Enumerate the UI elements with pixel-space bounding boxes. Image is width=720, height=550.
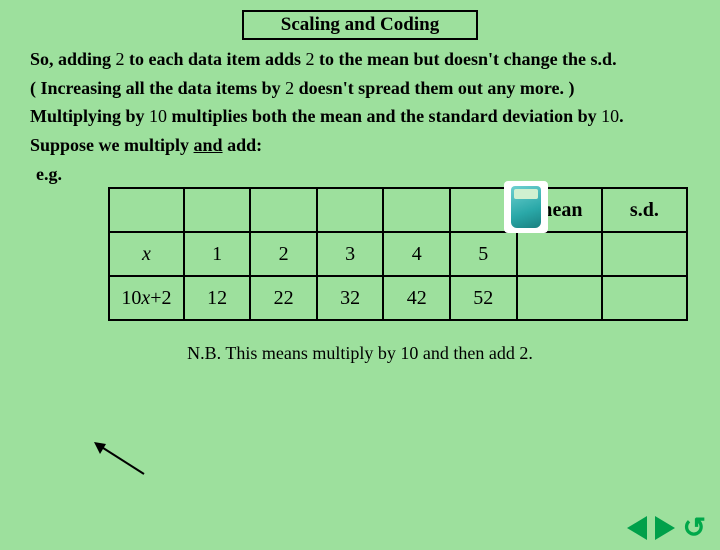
para-add-mean: So, adding 2 to each data item adds 2 to… xyxy=(30,48,690,71)
header-cell xyxy=(109,188,184,232)
table-header-row: mean s.d. xyxy=(109,188,687,232)
text: add: xyxy=(223,135,263,155)
cell: 2 xyxy=(250,232,317,276)
example-label: e.g. xyxy=(36,164,690,185)
number: 10 xyxy=(601,106,619,126)
footnote: N.B. This means multiply by 10 and then … xyxy=(30,343,690,364)
prev-icon[interactable] xyxy=(627,516,647,540)
text: to the mean but doesn't change the s.d. xyxy=(315,49,617,69)
nav-controls: ↺ xyxy=(627,514,706,542)
header-sd: s.d. xyxy=(602,188,687,232)
cell: 32 xyxy=(317,276,384,320)
text: doesn't spread them out any more. ) xyxy=(294,78,574,98)
cell: 52 xyxy=(450,276,517,320)
cell: 5 xyxy=(450,232,517,276)
number: 2 xyxy=(519,343,528,363)
text: Multiplying by xyxy=(30,106,149,126)
header-cell xyxy=(317,188,384,232)
text: N.B. This means multiply by xyxy=(187,343,400,363)
number: 2 xyxy=(285,78,294,98)
text: So, adding xyxy=(30,49,116,69)
text: . xyxy=(619,106,624,126)
number: 10 xyxy=(400,343,418,363)
text: Suppose we multiply xyxy=(30,135,194,155)
return-icon[interactable]: ↺ xyxy=(683,514,706,542)
text-underlined: and xyxy=(194,135,223,155)
cell-sd xyxy=(602,276,687,320)
header-cell xyxy=(184,188,251,232)
data-table-wrap: mean s.d. x 1 2 3 4 5 10x+2 12 22 32 42 … xyxy=(108,187,690,321)
cell-sd xyxy=(602,232,687,276)
cell: 42 xyxy=(383,276,450,320)
cell: 1 xyxy=(184,232,251,276)
row-label-x: x xyxy=(109,232,184,276)
cell: 22 xyxy=(250,276,317,320)
cell: 12 xyxy=(184,276,251,320)
text: multiplies both the mean and the standar… xyxy=(167,106,601,126)
slide-content: So, adding 2 to each data item adds 2 to… xyxy=(0,48,720,364)
table-row: x 1 2 3 4 5 xyxy=(109,232,687,276)
calculator-icon xyxy=(504,181,548,233)
text: . xyxy=(528,343,533,363)
row-label-10x2: 10x+2 xyxy=(109,276,184,320)
text: ( Increasing all the data items by xyxy=(30,78,285,98)
header-cell xyxy=(250,188,317,232)
header-cell xyxy=(383,188,450,232)
para-suppose: Suppose we multiply and add: xyxy=(30,134,690,157)
next-icon[interactable] xyxy=(655,516,675,540)
table-row: 10x+2 12 22 32 42 52 xyxy=(109,276,687,320)
number: 2 xyxy=(116,49,125,69)
pointer-arrow-icon xyxy=(94,442,146,476)
cell-mean xyxy=(517,276,602,320)
number: 2 xyxy=(306,49,315,69)
cell: 4 xyxy=(383,232,450,276)
number: 10 xyxy=(149,106,167,126)
cell: 3 xyxy=(317,232,384,276)
para-multiply: Multiplying by 10 multiplies both the me… xyxy=(30,105,690,128)
cell-mean xyxy=(517,232,602,276)
text: to each data item adds xyxy=(125,49,306,69)
page-title: Scaling and Coding xyxy=(242,10,478,40)
para-spread: ( Increasing all the data items by 2 doe… xyxy=(30,77,690,100)
data-table: mean s.d. x 1 2 3 4 5 10x+2 12 22 32 42 … xyxy=(108,187,688,321)
text: and then add xyxy=(418,343,519,363)
